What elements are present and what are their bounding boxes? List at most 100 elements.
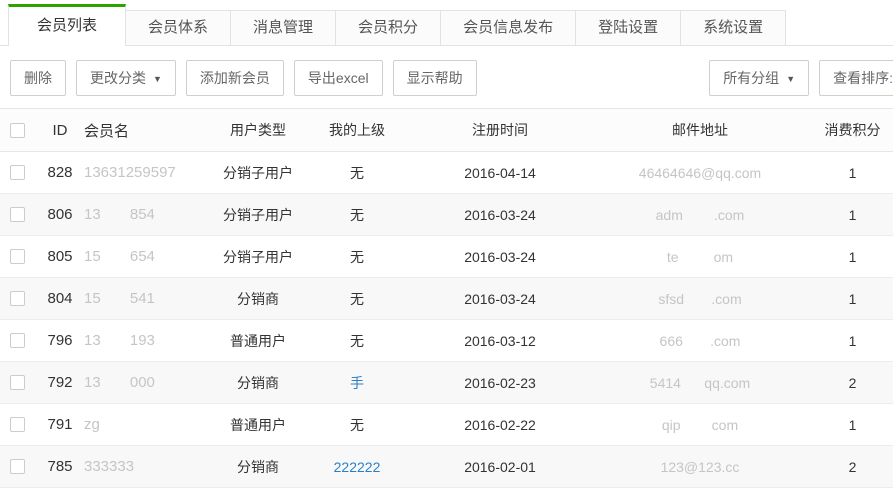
cell-email: 123@123.cc bbox=[588, 446, 812, 487]
tab-member-system[interactable]: 会员体系 bbox=[125, 10, 231, 45]
cell-reg-date: 2016-03-12 bbox=[412, 320, 588, 361]
delete-button-label: 删除 bbox=[24, 70, 52, 86]
cell-email: 46464646@qq.com bbox=[588, 152, 812, 193]
cell-email: sfsd .com bbox=[588, 278, 812, 319]
col-header-reg-date: 注册时间 bbox=[412, 109, 588, 151]
superior-text: 无 bbox=[350, 163, 364, 183]
row-checkbox[interactable] bbox=[10, 165, 25, 180]
row-checkbox[interactable] bbox=[10, 333, 25, 348]
superior-text: 无 bbox=[350, 247, 364, 267]
cell-points: 1 bbox=[812, 152, 893, 193]
tab-message-management[interactable]: 消息管理 bbox=[230, 10, 336, 45]
delete-button[interactable]: 删除 bbox=[10, 60, 66, 96]
superior-link[interactable]: 222222 bbox=[334, 459, 381, 475]
cell-reg-date: 2016-04-14 bbox=[412, 152, 588, 193]
cell-reg-date: 2016-03-24 bbox=[412, 236, 588, 277]
row-checkbox[interactable] bbox=[10, 249, 25, 264]
table-row: 785333333分销商2222222016-02-01123@123.cc2 bbox=[0, 446, 893, 488]
table-row: 80515 654分销子用户无2016-03-24te om1 bbox=[0, 236, 893, 278]
col-header-superior: 我的上级 bbox=[302, 109, 412, 151]
toolbar: 删除 更改分类▼ 添加新会员 导出excel 显示帮助 所有分组 ▼ 查看排序:正常排序 bbox=[0, 46, 893, 108]
col-header-email: 邮件地址 bbox=[588, 109, 812, 151]
export-excel-button[interactable]: 导出excel bbox=[294, 60, 383, 96]
cell-username: zg bbox=[84, 404, 214, 445]
row-checkbox[interactable] bbox=[10, 207, 25, 222]
cell-username: 13631259597 bbox=[84, 152, 214, 193]
change-category-button[interactable]: 更改分类▼ bbox=[76, 60, 176, 96]
table-row: 79613 193普通用户无2016-03-12666 .com1 bbox=[0, 320, 893, 362]
col-header-id: ID bbox=[36, 109, 84, 151]
cell-points: 2 bbox=[812, 446, 893, 487]
tab-bar: 会员列表会员体系消息管理会员积分会员信息发布登陆设置系统设置 bbox=[0, 0, 893, 46]
show-help-button[interactable]: 显示帮助 bbox=[393, 60, 477, 96]
cell-email: 666 .com bbox=[588, 320, 812, 361]
cell-reg-date: 2016-03-24 bbox=[412, 278, 588, 319]
cell-superior: 无 bbox=[302, 278, 412, 319]
cell-superior: 无 bbox=[302, 236, 412, 277]
member-admin-page: 会员列表会员体系消息管理会员积分会员信息发布登陆设置系统设置 删除更改分类▼添加… bbox=[0, 0, 893, 488]
row-checkbox-cell bbox=[0, 152, 36, 193]
cell-reg-date: 2016-02-23 bbox=[412, 362, 588, 403]
chevron-down-icon: ▼ bbox=[786, 62, 795, 96]
cell-id: 804 bbox=[36, 278, 84, 319]
cell-superior: 手 bbox=[302, 362, 412, 403]
toolbar-left-group: 删除 更改分类▼ 添加新会员 导出excel 显示帮助 bbox=[10, 60, 477, 96]
cell-username: 13 000 bbox=[84, 362, 214, 403]
cell-user-type: 分销子用户 bbox=[214, 236, 302, 277]
tab-member-points[interactable]: 会员积分 bbox=[335, 10, 441, 45]
row-checkbox[interactable] bbox=[10, 459, 25, 474]
row-checkbox[interactable] bbox=[10, 417, 25, 432]
superior-text: 无 bbox=[350, 289, 364, 309]
superior-text: 无 bbox=[350, 331, 364, 351]
cell-superior: 222222 bbox=[302, 446, 412, 487]
tab-member-list[interactable]: 会员列表 bbox=[8, 4, 126, 46]
cell-username: 13 854 bbox=[84, 194, 214, 235]
cell-points: 1 bbox=[812, 194, 893, 235]
row-checkbox-cell bbox=[0, 236, 36, 277]
cell-user-type: 分销子用户 bbox=[214, 194, 302, 235]
cell-user-type: 普通用户 bbox=[214, 320, 302, 361]
table-row: 80613 854分销子用户无2016-03-24adm .com1 bbox=[0, 194, 893, 236]
superior-text: 无 bbox=[350, 415, 364, 435]
row-checkbox-cell bbox=[0, 194, 36, 235]
add-member-button[interactable]: 添加新会员 bbox=[186, 60, 284, 96]
add-member-button-label: 添加新会员 bbox=[200, 70, 270, 86]
cell-reg-date: 2016-03-24 bbox=[412, 194, 588, 235]
tab-login-settings[interactable]: 登陆设置 bbox=[575, 10, 681, 45]
row-checkbox-cell bbox=[0, 320, 36, 361]
cell-superior: 无 bbox=[302, 194, 412, 235]
cell-reg-date: 2016-02-01 bbox=[412, 446, 588, 487]
cell-points: 1 bbox=[812, 320, 893, 361]
cell-username: 15 541 bbox=[84, 278, 214, 319]
cell-email: te om bbox=[588, 236, 812, 277]
cell-reg-date: 2016-02-22 bbox=[412, 404, 588, 445]
table-body: 82813631259597分销子用户无2016-04-1446464646@q… bbox=[0, 152, 893, 488]
cell-user-type: 分销子用户 bbox=[214, 152, 302, 193]
cell-id: 805 bbox=[36, 236, 84, 277]
all-groups-button-label: 所有分组 bbox=[723, 70, 779, 86]
cell-username: 13 193 bbox=[84, 320, 214, 361]
cell-id: 785 bbox=[36, 446, 84, 487]
superior-text: 无 bbox=[350, 205, 364, 225]
sort-order-button[interactable]: 查看排序:正常排序 bbox=[819, 60, 893, 96]
table-header-row: ID会员名用户类型我的上级注册时间邮件地址消费积分 bbox=[0, 108, 893, 152]
tab-member-info-publish[interactable]: 会员信息发布 bbox=[440, 10, 576, 45]
row-checkbox-cell bbox=[0, 404, 36, 445]
row-checkbox[interactable] bbox=[10, 375, 25, 390]
cell-email: 5414 qq.com bbox=[588, 362, 812, 403]
cell-id: 828 bbox=[36, 152, 84, 193]
cell-superior: 无 bbox=[302, 152, 412, 193]
select-all-checkbox[interactable] bbox=[10, 123, 25, 138]
row-checkbox-cell bbox=[0, 446, 36, 487]
cell-superior: 无 bbox=[302, 320, 412, 361]
toolbar-right-group: 所有分组 ▼ 查看排序:正常排序 bbox=[709, 60, 893, 96]
cell-points: 2 bbox=[812, 362, 893, 403]
tab-system-settings[interactable]: 系统设置 bbox=[680, 10, 786, 45]
cell-username: 333333 bbox=[84, 446, 214, 487]
cell-username: 15 654 bbox=[84, 236, 214, 277]
all-groups-button[interactable]: 所有分组 ▼ bbox=[709, 60, 809, 96]
row-checkbox[interactable] bbox=[10, 291, 25, 306]
change-category-button-label: 更改分类 bbox=[90, 70, 146, 86]
superior-link[interactable]: 手 bbox=[350, 373, 364, 393]
cell-user-type: 分销商 bbox=[214, 362, 302, 403]
